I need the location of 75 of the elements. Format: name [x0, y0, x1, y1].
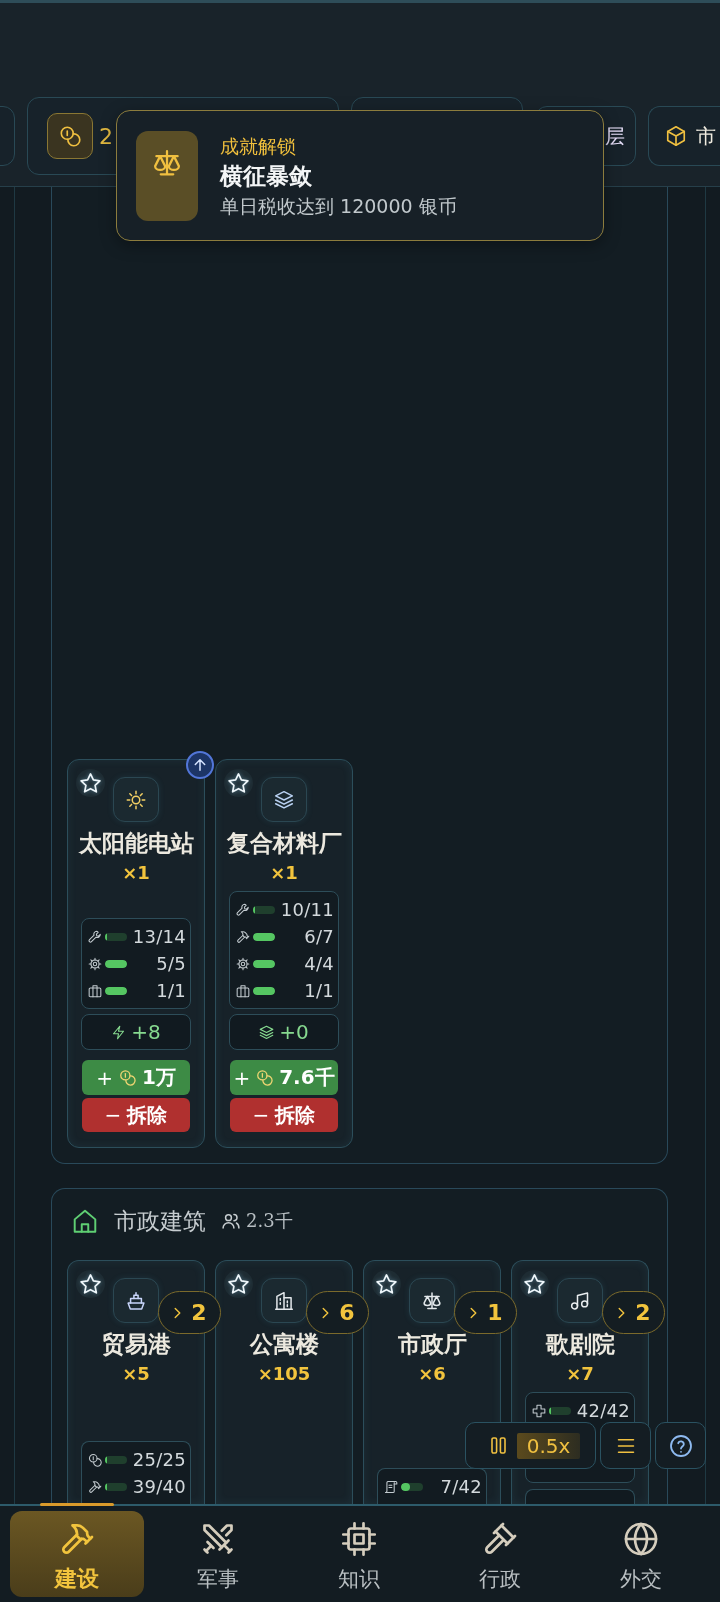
nav-tab[interactable]: 建设 — [9, 1511, 144, 1597]
stat-value: 1/1 — [156, 978, 186, 1003]
building-name: 太阳能电站 — [77, 829, 195, 857]
layers-icon — [259, 1024, 275, 1040]
gear-icon — [88, 956, 102, 971]
building-card[interactable]: 太阳能电站 ×1 13/14 5/5 1/1 +8 + 1万 − 拆除 — [67, 759, 205, 1148]
cross-icon — [532, 1403, 546, 1418]
scales-icon — [136, 130, 198, 221]
build-button[interactable]: + 7.6千 — [230, 1060, 338, 1095]
hammer-icon — [88, 1479, 102, 1494]
resource-chip[interactable]: 市 — [648, 106, 720, 166]
building-name: 复合材料厂 — [225, 829, 343, 857]
building-count: ×6 — [418, 1364, 446, 1384]
gear-icon — [236, 956, 250, 971]
nav-tab[interactable]: 军事 — [150, 1511, 285, 1597]
building-count: ×7 — [566, 1364, 594, 1384]
help-button[interactable] — [655, 1422, 706, 1469]
output-value: +8 — [131, 1020, 161, 1044]
stat-value: 6/7 — [304, 924, 334, 949]
stat-value: 10/11 — [280, 897, 334, 922]
achievement-name: 横征暴敛 — [220, 161, 312, 191]
stat-value: 25/25 — [132, 1447, 186, 1472]
coins-icon — [47, 113, 93, 159]
stat-value: 1/1 — [304, 978, 334, 1003]
stat-value: 4/4 — [304, 951, 334, 976]
output-value: +0 — [279, 1020, 309, 1044]
cube-icon — [665, 125, 687, 147]
wrench-icon — [88, 929, 102, 944]
stat-value: 13/14 — [132, 924, 186, 949]
speed-button[interactable]: 0.5x — [517, 1432, 580, 1459]
hammer-icon — [236, 929, 250, 944]
music-note-icon — [557, 1278, 603, 1323]
building-count: ×5 — [122, 1364, 150, 1384]
scroll-icon — [384, 1479, 398, 1494]
coins-icon — [88, 1452, 102, 1467]
house-icon — [72, 1208, 98, 1234]
population-count: 2.3千 — [246, 1209, 293, 1233]
coins-icon — [118, 1069, 136, 1086]
pause-icon[interactable] — [491, 1437, 506, 1454]
demolish-button[interactable]: − 拆除 — [82, 1098, 190, 1132]
lightning-icon — [111, 1024, 127, 1040]
building-card[interactable]: 复合材料厂 ×1 10/11 6/7 4/4 1/1 +0 + 7.6千 − 拆除 — [215, 759, 353, 1148]
globe-icon — [622, 1521, 659, 1557]
people-icon — [221, 1211, 241, 1231]
stat-value: 7/42 — [440, 1474, 482, 1499]
stat-value: 5/5 — [156, 951, 186, 976]
section-title: 市政建筑 — [114, 1207, 206, 1235]
wrench-icon — [236, 902, 250, 917]
achievement-toast[interactable]: 成就解锁 横征暴敛 单日税收达到 120000 银币 — [116, 110, 604, 241]
coins-icon — [256, 1069, 274, 1086]
nav-tab[interactable]: 外交 — [573, 1511, 708, 1597]
demolish-button[interactable]: − 拆除 — [230, 1098, 338, 1132]
coin-amount: 2 — [99, 123, 113, 149]
chip-label: 市 — [696, 122, 716, 150]
building-count: ×105 — [257, 1364, 311, 1384]
chip-icon — [340, 1521, 377, 1557]
build-button[interactable]: + 1万 — [82, 1060, 190, 1095]
building-count: ×1 — [270, 863, 298, 883]
building-icon — [261, 1278, 307, 1323]
chip-label: 层 — [605, 122, 625, 150]
sun-icon — [113, 777, 159, 822]
stat-value: 42/42 — [576, 1398, 630, 1423]
help-icon[interactable] — [668, 1433, 693, 1458]
briefcase-icon — [88, 983, 102, 998]
ship-icon — [113, 1278, 159, 1323]
layers-icon — [261, 777, 307, 822]
building-count: ×1 — [122, 863, 150, 883]
menu-button[interactable] — [600, 1422, 651, 1469]
briefcase-icon — [236, 983, 250, 998]
toast-title: 成就解锁 — [220, 133, 296, 159]
nav-tab[interactable]: 行政 — [432, 1511, 567, 1597]
nav-tab[interactable]: 知识 — [291, 1511, 426, 1597]
scales-icon — [409, 1278, 455, 1323]
achievement-description: 单日税收达到 120000 银币 — [220, 193, 457, 219]
stat-value: 39/40 — [132, 1474, 186, 1499]
